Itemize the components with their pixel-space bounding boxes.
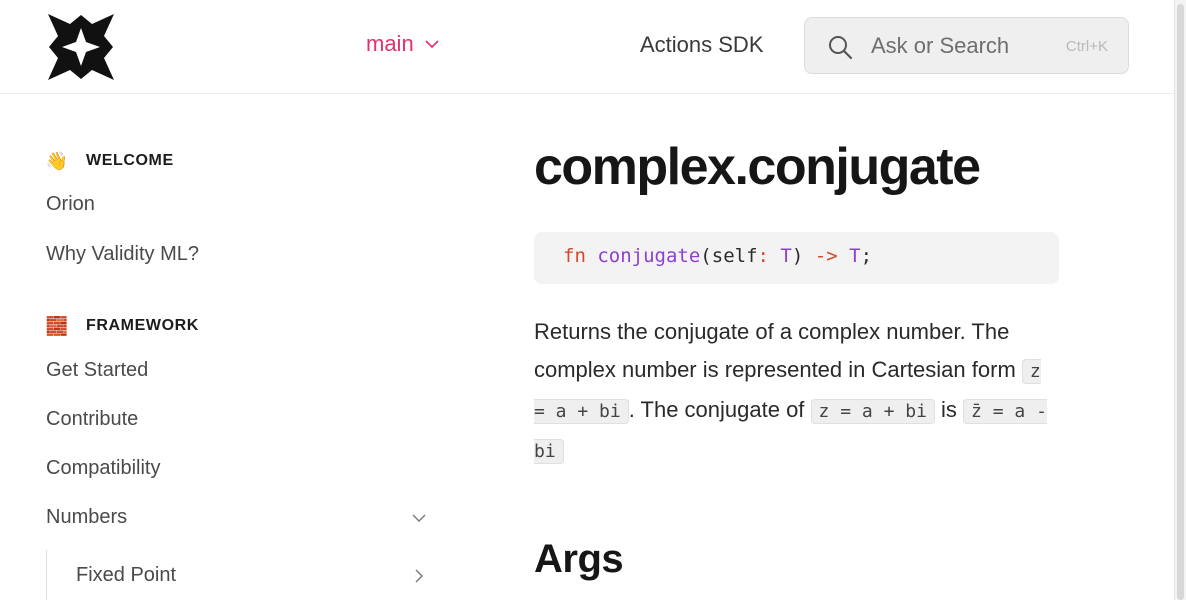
sidebar-item-contribute[interactable]: Contribute	[46, 408, 138, 431]
logo-icon[interactable]	[46, 12, 116, 82]
sidebar-item-why-validity-ml[interactable]: Why Validity ML?	[46, 243, 199, 266]
code-return-type: T	[849, 245, 861, 267]
sidebar-section-title: FRAMEWORK	[86, 317, 199, 334]
code-paren: (	[700, 245, 712, 267]
search-shortcut: Ctrl+K	[1065, 38, 1108, 55]
code-keyword: fn	[563, 245, 586, 267]
chevron-down-icon	[425, 40, 439, 49]
version-selector[interactable]: main	[366, 31, 440, 57]
chevron-down-icon[interactable]	[411, 510, 427, 526]
search-placeholder: Ask or Search	[871, 33, 1010, 58]
code-colon: :	[757, 245, 769, 267]
scrollbar-thumb[interactable]	[1177, 4, 1184, 600]
sidebar-section-title: WELCOME	[86, 152, 174, 169]
bricks-icon: 🧱	[45, 315, 69, 336]
inline-code: z = a + bi	[810, 399, 935, 424]
signature-code-block: fn conjugate(self: T) -> T;	[534, 232, 1059, 284]
description-text: is	[934, 397, 964, 422]
search-input[interactable]: Ask or Search Ctrl+K	[804, 17, 1129, 74]
sub-nav-rule	[46, 550, 47, 600]
top-header: main Actions SDK Ask or Search Ctrl+K	[0, 0, 1174, 94]
sidebar-section-framework: 🧱 FRAMEWORK	[46, 315, 199, 337]
sidebar-item-compatibility[interactable]: Compatibility	[46, 457, 160, 480]
description-text: Returns the conjugate of a complex numbe…	[534, 319, 1022, 382]
sidebar-item-fixed-point[interactable]: Fixed Point	[76, 564, 176, 587]
sidebar-item-get-started[interactable]: Get Started	[46, 359, 148, 382]
code-paren: )	[791, 245, 804, 267]
sidebar: 👋 WELCOME Orion Why Validity ML? 🧱 FRAME…	[0, 95, 470, 600]
nav-link-actions-sdk[interactable]: Actions SDK	[640, 32, 764, 58]
waving-hand-icon: 👋	[45, 150, 69, 171]
code-param: self	[711, 245, 758, 267]
code-function-name: conjugate	[597, 245, 701, 267]
search-icon	[829, 36, 853, 60]
chevron-right-icon[interactable]	[411, 568, 427, 584]
page-title: complex.conjugate	[534, 138, 981, 196]
version-label: main	[366, 31, 414, 56]
description-text: . The conjugate of	[628, 397, 811, 422]
section-heading-args: Args	[534, 537, 624, 581]
code-semicolon: ;	[860, 245, 873, 267]
description: Returns the conjugate of a complex numbe…	[534, 313, 1059, 471]
sidebar-item-numbers[interactable]: Numbers	[46, 506, 127, 529]
sidebar-section-welcome: 👋 WELCOME	[46, 150, 174, 172]
scrollbar[interactable]	[1174, 0, 1186, 600]
code-param-type: T	[780, 245, 792, 267]
code-arrow: ->	[814, 245, 838, 267]
main-content: complex.conjugate fn conjugate(self: T) …	[534, 95, 1094, 600]
sidebar-item-orion[interactable]: Orion	[46, 193, 95, 216]
